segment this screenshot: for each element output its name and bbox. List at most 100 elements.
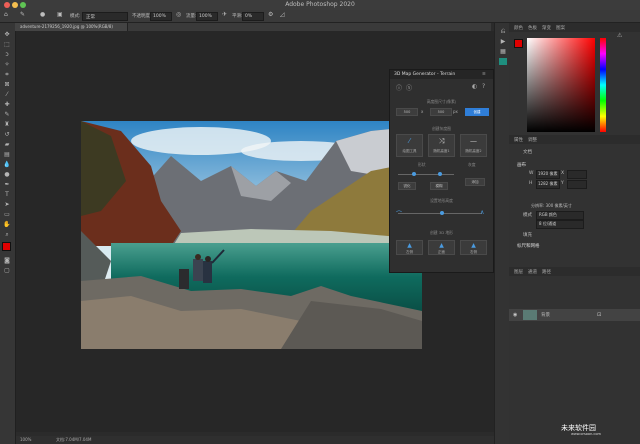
smoothing-options-gear-icon[interactable]: ⚙: [268, 11, 273, 18]
mode-select[interactable]: 正常: [82, 12, 128, 21]
blur-button[interactable]: 模糊: [430, 182, 448, 190]
angle-icon[interactable]: ◿: [280, 11, 285, 18]
crop-tool-icon[interactable]: ⌗: [3, 71, 11, 78]
info-icon[interactable]: ⓢ: [406, 83, 412, 92]
right-view-button[interactable]: ▲ 右侧: [460, 240, 487, 255]
color-panel-foreground-swatch[interactable]: [514, 39, 523, 48]
screen-mode-icon[interactable]: ▢: [3, 267, 11, 274]
actions-panel-icon[interactable]: ▶: [499, 38, 507, 45]
clone-stamp-tool-icon[interactable]: ♜: [3, 121, 11, 128]
peak-terrain-icon[interactable]: ∧: [480, 209, 484, 216]
frame-tool-icon[interactable]: ⊠: [3, 81, 11, 88]
move-tool-icon[interactable]: ✥: [3, 31, 11, 38]
color-picker-field[interactable]: [527, 38, 595, 132]
canvas-height-input[interactable]: 1282 像素: [536, 180, 560, 189]
tab-patterns[interactable]: 图案: [556, 25, 565, 31]
bit-depth-select[interactable]: 8 位/通道: [536, 220, 584, 229]
lasso-tool-icon[interactable]: ↄ: [3, 51, 11, 58]
tab-paths[interactable]: 路径: [542, 269, 551, 275]
layer-name: 背景: [541, 313, 550, 318]
random-height-2-button[interactable]: — 随机高度2: [460, 134, 487, 157]
tab-gradients[interactable]: 渐变: [542, 25, 551, 31]
left-view-button[interactable]: ▲ 左侧: [396, 240, 423, 255]
flow-input[interactable]: 100%: [196, 12, 218, 21]
tab-properties[interactable]: 属性: [514, 137, 523, 143]
visibility-eye-icon[interactable]: ◉: [513, 312, 517, 318]
type-tool-icon[interactable]: T: [3, 191, 11, 198]
color-mode-select[interactable]: RGB 颜色: [536, 211, 584, 220]
quick-mask-icon[interactable]: ◙: [3, 257, 11, 264]
pen-tool-icon[interactable]: ✒: [3, 181, 11, 188]
terrain-height-handle[interactable]: [440, 211, 444, 215]
eraser-tool-icon[interactable]: ▰: [3, 141, 11, 148]
hue-slider[interactable]: [600, 38, 606, 132]
layer-row[interactable]: ◉ 背景 ⊡: [509, 309, 640, 321]
shape-slider-track[interactable]: [398, 174, 454, 175]
paint-tools-button[interactable]: ⁄ 绘图工具: [396, 134, 423, 157]
marquee-tool-icon[interactable]: ⬚: [3, 41, 11, 48]
front-view-button[interactable]: ▲ 正面: [428, 240, 455, 255]
height-input[interactable]: 500: [430, 108, 452, 116]
path-select-tool-icon[interactable]: ➤: [3, 201, 11, 208]
width-input[interactable]: 500: [396, 108, 418, 116]
section-create-3d: 创建 3D 地形: [430, 230, 453, 235]
smoothing-input[interactable]: 0%: [242, 12, 264, 21]
color-panel-tabs: 颜色 色板 渐变 图案: [509, 23, 640, 32]
tab-color[interactable]: 颜色: [514, 25, 523, 31]
settings-icon[interactable]: ◐: [472, 83, 477, 90]
random-height-1-label: 随机高度1: [433, 149, 450, 153]
plugin-title: 3D Map Generator - Terrain: [394, 72, 456, 77]
flat-terrain-icon[interactable]: ⌒: [396, 209, 402, 218]
canvas-x-input[interactable]: [567, 170, 587, 179]
mode-label: 模式:: [70, 14, 81, 19]
help-icon[interactable]: ⓘ: [396, 83, 402, 92]
swatches-panel-icon[interactable]: ▦: [499, 48, 507, 55]
quick-select-tool-icon[interactable]: ✧: [3, 61, 11, 68]
tab-channels[interactable]: 通道: [528, 269, 537, 275]
eyedropper-tool-icon[interactable]: ⁄: [3, 91, 11, 98]
flow-label: 流量:: [186, 14, 197, 19]
color-warning-icon[interactable]: ⚠: [617, 32, 622, 39]
brush-panel-icon[interactable]: ▣: [57, 11, 63, 18]
shape-slider-handle-1[interactable]: [412, 172, 416, 176]
dodge-tool-icon[interactable]: ●: [3, 171, 11, 178]
fill-label: 填充: [523, 233, 532, 238]
brush-settings-icon[interactable]: ●: [40, 11, 45, 18]
canvas-y-input[interactable]: [567, 180, 587, 189]
plugin-header[interactable]: 3D Map Generator - Terrain ≡: [390, 70, 493, 79]
gradient-tool-icon[interactable]: ▤: [3, 151, 11, 158]
hand-tool-icon[interactable]: ✋: [3, 221, 11, 228]
add-button[interactable]: 添加: [465, 178, 485, 186]
opacity-input[interactable]: 100%: [150, 12, 172, 21]
brush-tool-icon[interactable]: ✎: [3, 111, 11, 118]
foreground-color-swatch[interactable]: [2, 242, 11, 251]
3d-map-plugin-icon[interactable]: [499, 58, 507, 65]
zoom-tool-icon[interactable]: ⌕: [3, 231, 11, 238]
panel-menu-icon[interactable]: ≡: [482, 72, 486, 77]
healing-brush-tool-icon[interactable]: ✚: [3, 101, 11, 108]
random-height-1-button[interactable]: ⤨ 随机高度1: [428, 134, 455, 157]
tab-adjustments[interactable]: 调整: [528, 137, 537, 143]
pressure-opacity-icon[interactable]: ◎: [176, 11, 181, 18]
options-bar: ⌂ ✎ ● ▣ 模式: 正常 不透明度: 100% ◎ 流量: 100% ✈ 平…: [0, 10, 640, 23]
airbrush-icon[interactable]: ✈: [222, 11, 227, 18]
shape-slider-handle-2[interactable]: [438, 172, 442, 176]
document-tab[interactable]: adventure-2179256_1920.jpg @ 100%(RGB/8): [15, 23, 128, 31]
create-button[interactable]: 创建: [465, 108, 489, 116]
bit-depth-value: 8 位/通道: [539, 221, 557, 226]
tab-swatches[interactable]: 色板: [528, 25, 537, 31]
history-panel-icon[interactable]: ⎌: [499, 28, 507, 35]
rectangle-tool-icon[interactable]: ▭: [3, 211, 11, 218]
plugin-panel: 3D Map Generator - Terrain ≡ ⓘ ⓢ ◐ ? 高度图…: [389, 69, 494, 273]
layer-thumbnail: [523, 310, 537, 320]
title-bar: Adobe Photoshop 2020: [0, 0, 640, 10]
history-brush-tool-icon[interactable]: ↺: [3, 131, 11, 138]
canvas-width-input[interactable]: 1920 像素: [536, 170, 560, 179]
home-icon[interactable]: ⌂: [4, 11, 8, 18]
tab-layers[interactable]: 图层: [514, 269, 523, 275]
question-icon[interactable]: ?: [482, 83, 485, 90]
brush-tool-preset-icon[interactable]: ✎: [20, 11, 25, 18]
blur-tool-icon[interactable]: 💧: [3, 161, 11, 168]
sharpen-button[interactable]: 锐化: [398, 182, 416, 190]
document-image[interactable]: [81, 121, 422, 349]
